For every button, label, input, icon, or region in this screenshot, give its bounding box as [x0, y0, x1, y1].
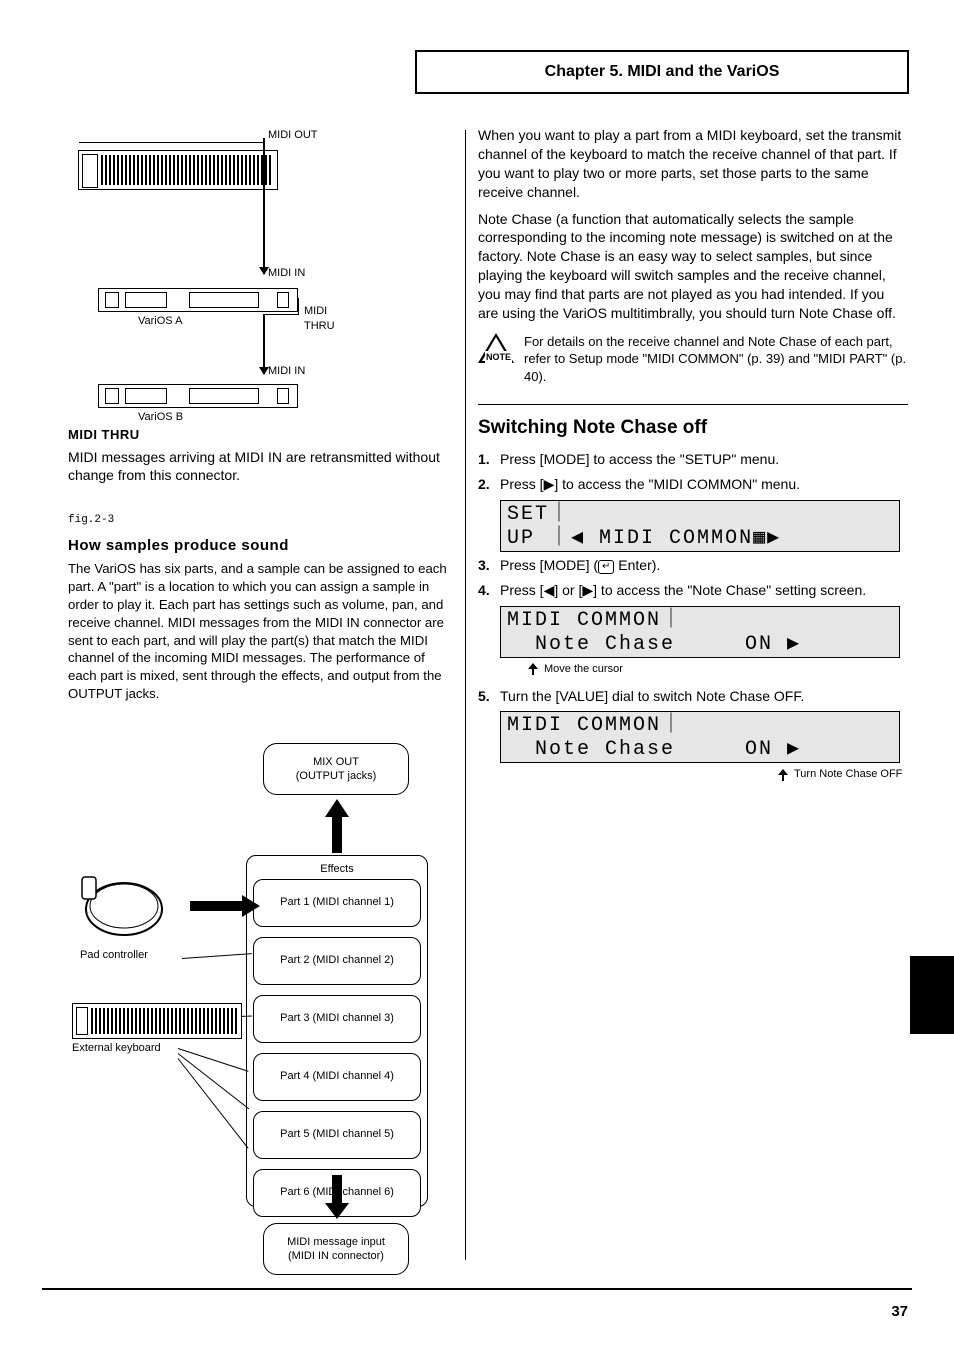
part-3-label: Part 3 (MIDI channel 3) — [280, 1011, 394, 1026]
part-1-box: Part 1 (MIDI channel 1) — [253, 879, 421, 927]
keyboard-image-1 — [78, 150, 278, 190]
lcd-2-caption-text: Move the cursor — [544, 662, 623, 677]
chapter-title: Chapter 5. MIDI and the VariOS — [415, 50, 909, 94]
part-4-label: Part 4 (MIDI channel 4) — [280, 1069, 394, 1084]
sample-sound-heading: How samples produce sound — [68, 536, 453, 556]
step-1: 1. Press [MODE] to access the "SETUP" me… — [478, 450, 908, 469]
part-3-box: Part 3 (MIDI channel 3) — [253, 995, 421, 1043]
effects-box: Effects Part 1 (MIDI channel 1) Part 2 (… — [246, 855, 428, 1207]
midi-input-box: MIDI message input (MIDI IN connector) — [263, 1223, 409, 1275]
lcd-screen-2: MIDI COMMON｜ Note Chase ON ▶ — [500, 606, 900, 658]
left-arrow-icon: ◀ — [544, 582, 555, 598]
step-5: 5. Turn the [VALUE] dial to switch Note … — [478, 687, 908, 706]
part-5-box: Part 5 (MIDI channel 5) — [253, 1111, 421, 1159]
footer-rule — [42, 1288, 912, 1291]
part-5-label: Part 5 (MIDI channel 5) — [280, 1127, 394, 1142]
arrow-varios-a-to-b — [263, 314, 265, 374]
label-midi-in-1: MIDI IN — [268, 266, 305, 281]
right-column: When you want to play a part from a MIDI… — [478, 126, 908, 792]
part-2-label: Part 2 (MIDI channel 2) — [280, 953, 394, 968]
pad-controller-label: Pad controller — [80, 948, 180, 963]
leader-line-5 — [178, 1058, 249, 1148]
lcd-screen-3: MIDI COMMON｜ Note Chase ON ▶ — [500, 711, 900, 763]
leader-line-4 — [178, 1053, 250, 1109]
step-2-text: Press [▶] to access the "MIDI COMMON" me… — [500, 475, 800, 494]
label-midi-in-2: MIDI IN — [268, 364, 305, 379]
external-keyboard-label: External keyboard — [72, 1041, 242, 1056]
mix-out-box: MIX OUT (OUTPUT jacks) — [263, 743, 409, 795]
lcd-2-caption: Move the cursor — [528, 662, 908, 677]
page-number: 37 — [891, 1302, 908, 1322]
step-2: 2. Press [▶] to access the "MIDI COMMON"… — [478, 475, 908, 494]
arrow-effects-to-output — [325, 799, 349, 853]
lcd-3-caption-text: Turn Note Chase OFF — [794, 767, 902, 782]
label-midi-out: MIDI OUT — [268, 128, 318, 143]
arrow-input-to-effects — [325, 1175, 349, 1219]
section-tab — [910, 956, 954, 1034]
note-icon: NOTE — [478, 333, 514, 365]
label-midi-thru: MIDI THRU — [304, 304, 338, 334]
left-column: MIDI OUT MIDI IN VariOS A MIDI THRU MIDI… — [68, 126, 453, 1281]
intro-paragraph-1: When you want to play a part from a MIDI… — [478, 126, 908, 202]
varios-a-image — [98, 288, 298, 312]
midi-daisy-chain-diagram: MIDI OUT MIDI IN VariOS A MIDI THRU MIDI… — [78, 130, 338, 420]
mix-out-label: MIX OUT (OUTPUT jacks) — [296, 755, 376, 784]
step-5-text: Turn the [VALUE] dial to switch Note Cha… — [500, 687, 804, 706]
midi-thru-body: MIDI messages arriving at MIDI IN are re… — [68, 448, 453, 486]
step-4-text: Press [◀] or [▶] to access the "Note Cha… — [500, 581, 866, 600]
column-divider — [465, 130, 466, 1260]
arrow-keyboard-to-varios-a — [263, 138, 265, 274]
step-3-text: Press [MODE] (↵ Enter). — [500, 556, 660, 575]
figure-caption: fig.2-3 — [68, 513, 453, 528]
sample-sound-body: The VariOS has six parts, and a sample c… — [68, 560, 453, 703]
lcd-3-caption: Turn Note Chase OFF — [778, 767, 908, 782]
right-arrow-icon: ▶ — [544, 476, 555, 492]
up-arrow-icon — [528, 663, 538, 675]
label-varios-a: VariOS A — [138, 314, 182, 329]
up-arrow-icon-2 — [778, 769, 788, 781]
right-arrow-icon-2: ▶ — [582, 582, 593, 598]
leader-line-1 — [182, 953, 252, 959]
part-4-box: Part 4 (MIDI channel 4) — [253, 1053, 421, 1101]
parts-flow-diagram: MIX OUT (OUTPUT jacks) Effects Part 1 (M… — [68, 743, 448, 1281]
section-title: Switching Note Chase off — [478, 415, 908, 441]
varios-b-image — [98, 384, 298, 408]
external-keyboard-image: External keyboard — [72, 1003, 242, 1056]
enter-icon: ↵ — [598, 560, 614, 574]
section-divider — [478, 404, 908, 405]
part-1-label: Part 1 (MIDI channel 1) — [280, 895, 394, 910]
step-3: 3. Press [MODE] (↵ Enter). — [478, 556, 908, 575]
pad-controller-image: Pad controller — [80, 873, 180, 953]
note-body: For details on the receive channel and N… — [524, 333, 908, 386]
note-block: NOTE For details on the receive channel … — [478, 333, 908, 386]
step-4: 4. Press [◀] or [▶] to access the "Note … — [478, 581, 908, 600]
label-varios-b: VariOS B — [138, 410, 183, 425]
effects-label: Effects — [253, 862, 421, 877]
step-1-text: Press [MODE] to access the "SETUP" menu. — [500, 450, 779, 469]
part-2-box: Part 2 (MIDI channel 2) — [253, 937, 421, 985]
arrow-pad-to-part1 — [190, 895, 260, 917]
lcd-screen-1: SET｜ UP ｜◀ MIDI COMMON▦▶ — [500, 500, 900, 552]
midi-input-label: MIDI message input (MIDI IN connector) — [287, 1235, 385, 1264]
intro-paragraph-2: Note Chase (a function that automaticall… — [478, 210, 908, 323]
midi-thru-heading: MIDI THRU — [68, 426, 453, 444]
